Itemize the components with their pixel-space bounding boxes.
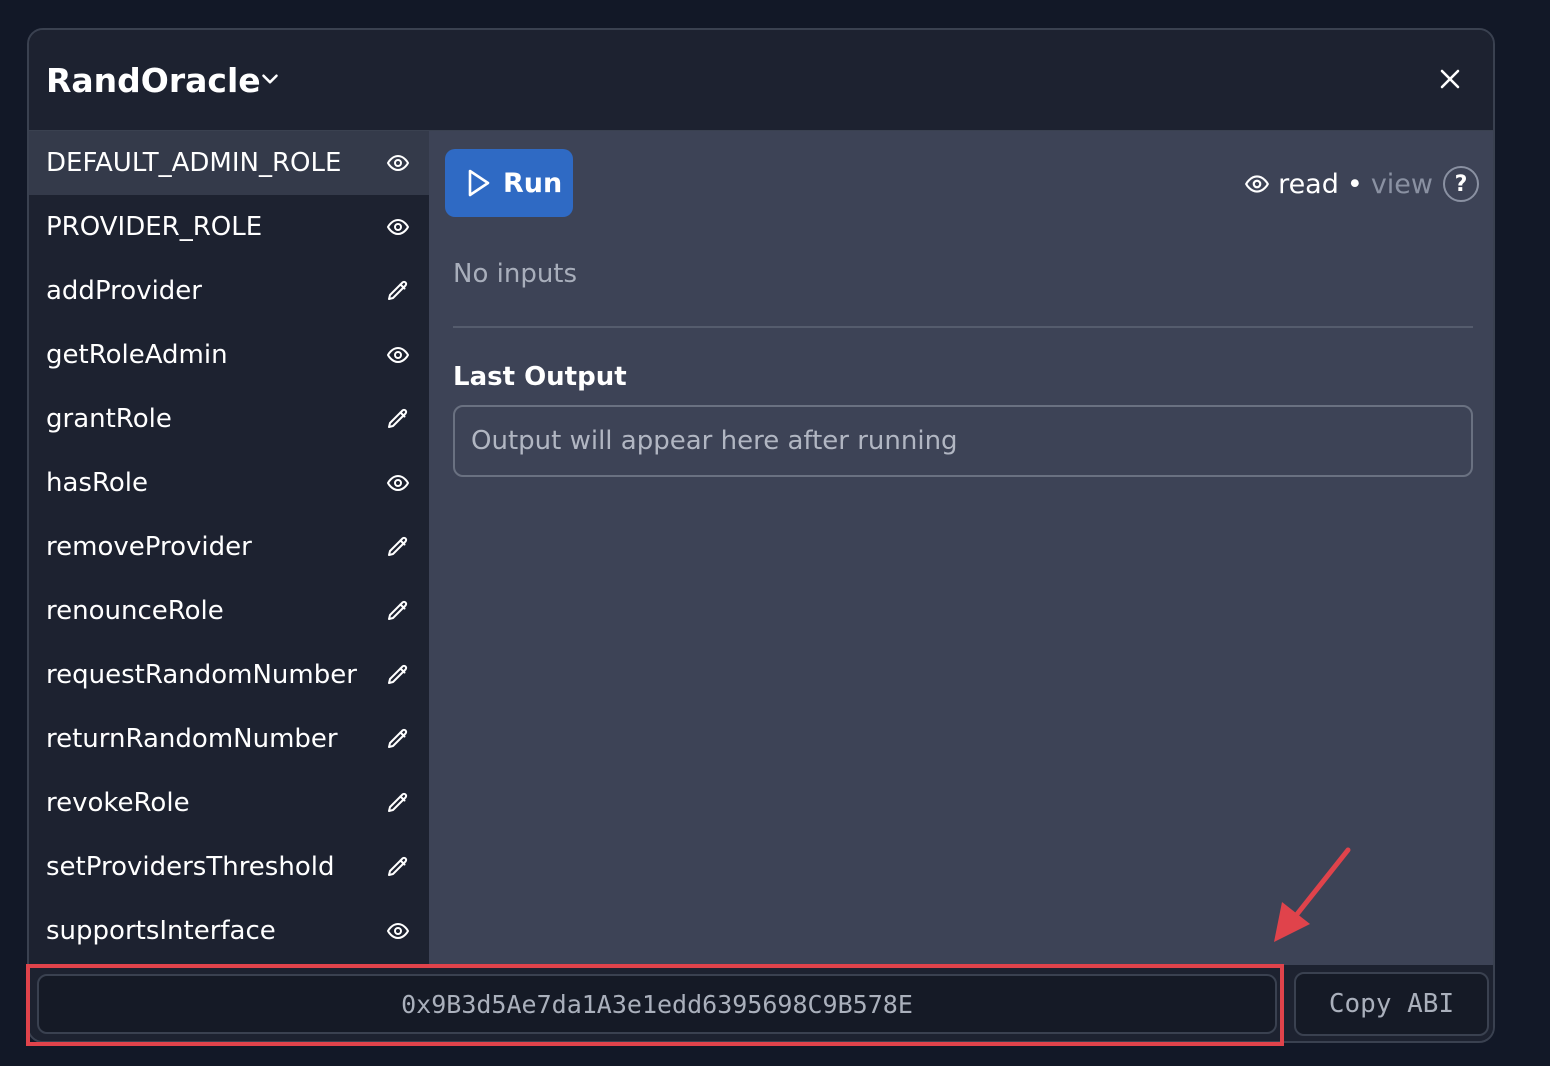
copy-abi-button[interactable]: Copy ABI	[1294, 972, 1489, 1036]
eye-icon	[387, 155, 409, 171]
eye-icon	[387, 219, 409, 235]
pencil-icon	[388, 856, 408, 876]
sidebar-item-renouncerole[interactable]: renounceRole	[29, 579, 429, 643]
sidebar-item-label: revokeRole	[46, 788, 190, 818]
sidebar-item-label: removeProvider	[46, 532, 252, 562]
sidebar-item-getroleadmin[interactable]: getRoleAdmin	[29, 323, 429, 387]
function-panel: Run read • view ? No inputs Last Output …	[429, 131, 1493, 965]
sidebar-item-removeprovider[interactable]: removeProvider	[29, 515, 429, 579]
contract-title[interactable]: RandOracle	[46, 61, 261, 101]
chevron-down-icon[interactable]	[257, 66, 283, 92]
last-output-heading: Last Output	[453, 362, 627, 392]
sidebar-item-label: grantRole	[46, 404, 172, 434]
sidebar-item-label: PROVIDER_ROLE	[46, 212, 263, 242]
divider	[453, 326, 1473, 328]
contract-modal: RandOracle DEFAULT_ADMIN_ROLE PROVIDER_RO…	[27, 28, 1495, 1043]
mode-view-label: view	[1370, 168, 1433, 200]
close-icon	[1440, 69, 1460, 89]
pencil-icon	[388, 792, 408, 812]
sidebar-item-returnrandomnumber[interactable]: returnRandomNumber	[29, 707, 429, 771]
pencil-icon	[388, 664, 408, 684]
output-placeholder: Output will appear here after running	[471, 426, 958, 456]
output-box: Output will appear here after running	[453, 405, 1473, 477]
close-button[interactable]	[1433, 62, 1467, 96]
pencil-icon	[388, 408, 408, 428]
sidebar-item-hasrole[interactable]: hasRole	[29, 451, 429, 515]
sidebar-item-label: supportsInterface	[46, 916, 276, 946]
sidebar-item-label: returnRandomNumber	[46, 724, 338, 754]
modal-header: RandOracle	[29, 30, 1493, 131]
mode-separator: •	[1346, 168, 1363, 200]
sidebar-item-requestrandomnumber[interactable]: requestRandomNumber	[29, 643, 429, 707]
contract-address-field[interactable]: 0x9B3d5Ae7da1A3e1edd6395698C9B578E	[37, 974, 1277, 1034]
pencil-icon	[388, 728, 408, 748]
modal-footer: 0x9B3d5Ae7da1A3e1edd6395698C9B578E Copy …	[29, 965, 1493, 1041]
sidebar-item-label: setProvidersThreshold	[46, 852, 335, 882]
sidebar-item-label: DEFAULT_ADMIN_ROLE	[46, 148, 342, 178]
sidebar-item-label: getRoleAdmin	[46, 340, 228, 370]
function-list: DEFAULT_ADMIN_ROLE PROVIDER_ROLE addProvid…	[29, 131, 429, 965]
mode-read-label: read	[1278, 168, 1339, 200]
sidebar-item-addprovider[interactable]: addProvider	[29, 259, 429, 323]
sidebar-item-grantrole[interactable]: grantRole	[29, 387, 429, 451]
sidebar-item-default-admin-role[interactable]: DEFAULT_ADMIN_ROLE	[29, 131, 429, 195]
sidebar-item-label: renounceRole	[46, 596, 224, 626]
eye-icon	[387, 347, 409, 363]
sidebar-item-label: requestRandomNumber	[46, 660, 357, 690]
run-label: Run	[503, 167, 563, 199]
eye-icon	[387, 923, 409, 939]
pencil-icon	[388, 536, 408, 556]
sidebar-item-label: addProvider	[46, 276, 202, 306]
sidebar-item-label: hasRole	[46, 468, 148, 498]
mode-indicator: read • view ?	[1244, 164, 1479, 204]
no-inputs-text: No inputs	[453, 259, 578, 289]
sidebar-item-provider-role[interactable]: PROVIDER_ROLE	[29, 195, 429, 259]
help-button[interactable]: ?	[1443, 166, 1479, 202]
pencil-icon	[388, 600, 408, 620]
sidebar-item-revokerole[interactable]: revokeRole	[29, 771, 429, 835]
eye-icon	[387, 475, 409, 491]
eye-icon	[1245, 175, 1269, 193]
play-icon	[468, 169, 490, 197]
sidebar-item-setprovidersthreshold[interactable]: setProvidersThreshold	[29, 835, 429, 899]
sidebar-item-supportsinterface[interactable]: supportsInterface	[29, 899, 429, 963]
run-button[interactable]: Run	[445, 149, 573, 217]
pencil-icon	[388, 280, 408, 300]
